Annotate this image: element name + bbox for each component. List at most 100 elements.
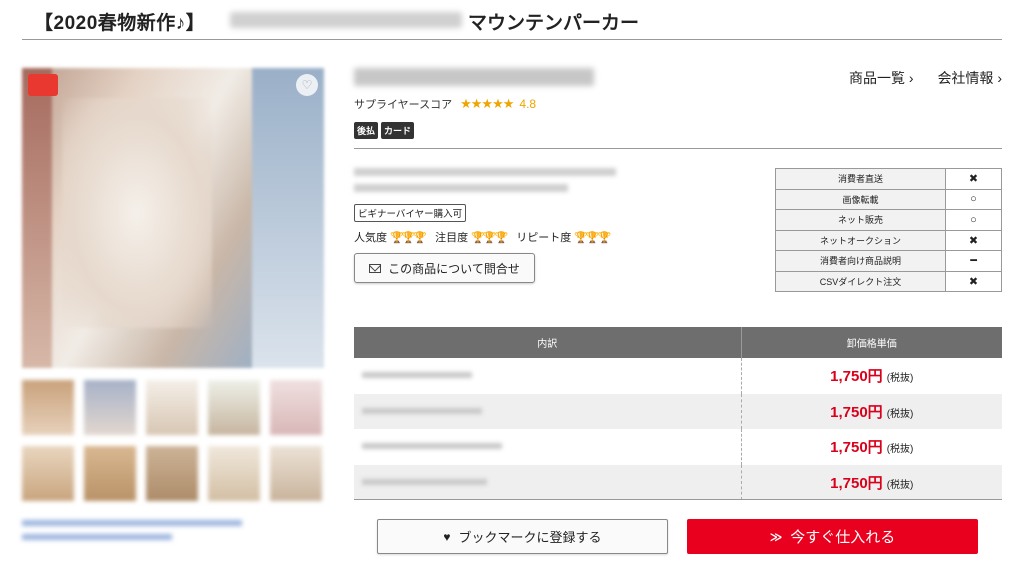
price-amount: 1,750円	[830, 474, 883, 492]
variant-cell	[354, 429, 742, 465]
supplier-name-redacted[interactable]	[354, 68, 594, 86]
payment-tags: 後払 カード	[354, 122, 1002, 139]
product-meta-redacted	[354, 168, 616, 176]
variant-name-redacted	[362, 443, 502, 450]
supplier-score-label: サプライヤースコア	[354, 99, 453, 111]
column-header-variant: 内訳	[354, 327, 742, 358]
thumbnail[interactable]	[22, 380, 74, 435]
new-badge	[28, 74, 58, 96]
rating-label: 注目度	[435, 232, 469, 244]
product-meta-redacted	[354, 184, 568, 192]
product-list-link[interactable]: 商品一覧 ›	[849, 70, 914, 86]
price-amount: 1,750円	[830, 368, 883, 386]
tax-label: (税抜)	[886, 408, 914, 420]
thumbnail[interactable]	[270, 380, 322, 435]
supplier-score-row: サプライヤースコア ★★★★★ 4.8	[354, 96, 1002, 112]
product-title-bar: 【2020春物新作♪】 マウンテンパーカー	[22, 0, 1002, 40]
thumbnail[interactable]	[270, 446, 322, 501]
table-header-row: 内訳 卸価格単価	[354, 327, 1002, 358]
main-product-image[interactable]	[22, 68, 324, 368]
inquiry-button[interactable]: この商品について問合せ	[354, 253, 535, 283]
price-cell: 1,750円 (税抜)	[741, 464, 1002, 500]
permission-label: ネット販売	[775, 209, 946, 231]
permission-label: 画像転載	[775, 188, 946, 210]
thumbnail[interactable]	[208, 446, 260, 501]
price-cell: 1,750円 (税抜)	[741, 429, 1002, 465]
favorite-icon[interactable]: ♡	[296, 74, 318, 96]
permission-value: ✖	[945, 168, 1002, 190]
product-title-prefix: 【2020春物新作♪】	[34, 13, 206, 34]
permission-label: CSVダイレクト注文	[775, 270, 946, 292]
image-gallery: ♡	[22, 68, 324, 546]
trophy-icon: 🏆🏆🏆	[471, 231, 508, 244]
thumbnail[interactable]	[146, 380, 198, 435]
permission-value: ○	[945, 209, 1002, 231]
column-header-price: 卸価格単価	[741, 327, 1002, 358]
thumbnail[interactable]	[84, 446, 136, 501]
variant-cell	[354, 464, 742, 500]
supplier-score-value: 4.8	[519, 97, 537, 111]
variant-name-redacted	[362, 478, 487, 485]
thumbnail[interactable]	[84, 380, 136, 435]
tax-label: (税抜)	[886, 444, 914, 456]
permission-value: ✖	[945, 229, 1002, 251]
thumbnail[interactable]	[22, 446, 74, 501]
company-info-link[interactable]: 会社情報 ›	[937, 70, 1002, 86]
permission-value: ━	[945, 250, 1002, 272]
table-row: ネットオークション ✖	[775, 229, 1002, 251]
supplier-links: 商品一覧 › 会社情報 ›	[829, 68, 1002, 88]
thumbnail[interactable]	[146, 446, 198, 501]
product-title-suffix: マウンテンパーカー	[468, 13, 640, 34]
tax-label: (税抜)	[886, 373, 914, 385]
permission-value: ✖	[945, 270, 1002, 292]
table-row: 1,750円 (税抜)	[354, 393, 1002, 429]
price-cell: 1,750円 (税抜)	[741, 393, 1002, 429]
table-row: 1,750円 (税抜)	[354, 429, 1002, 465]
permission-label: ネットオークション	[775, 229, 946, 251]
trophy-icon: 🏆🏆🏆	[574, 231, 611, 244]
permission-label: 消費者直送	[775, 168, 946, 190]
payment-tag: カード	[381, 122, 415, 139]
permission-label: 消費者向け商品説明	[775, 250, 946, 272]
heart-icon: ♥	[443, 529, 451, 544]
price-amount: 1,750円	[830, 439, 883, 457]
buy-now-button[interactable]: ≫ 今すぐ仕入れる	[687, 519, 978, 554]
product-title-redacted	[230, 12, 462, 28]
star-rating-icon: ★★★★★	[460, 96, 514, 111]
table-row: 画像転載 ○	[775, 188, 1002, 210]
variant-name-redacted	[362, 372, 472, 379]
rating-label: リピート度	[516, 232, 572, 244]
rating-label: 人気度	[354, 232, 387, 244]
section-divider	[354, 148, 1002, 149]
supplier-section: サプライヤースコア ★★★★★ 4.8 後払 カード 商品一覧 › 会社情報 ›	[354, 66, 1002, 139]
tax-label: (税抜)	[886, 479, 914, 491]
table-row: 消費者向け商品説明 ━	[775, 250, 1002, 272]
bookmark-button-label: ブックマークに登録する	[458, 530, 602, 545]
buy-now-button-label: 今すぐ仕入れる	[790, 529, 896, 546]
table-row: 1,750円 (税抜)	[354, 464, 1002, 500]
table-row: 1,750円 (税抜)	[354, 358, 1002, 394]
price-amount: 1,750円	[830, 403, 883, 421]
table-row: CSVダイレクト注文 ✖	[775, 270, 1002, 292]
variant-cell	[354, 393, 742, 429]
table-row: 消費者直送 ✖	[775, 168, 1002, 190]
mail-icon	[369, 263, 382, 273]
variant-name-redacted	[362, 407, 482, 414]
bookmark-button[interactable]: ♥ ブックマークに登録する	[377, 519, 668, 554]
trophy-icon: 🏆🏆🏆	[390, 231, 427, 244]
gallery-caption-redacted	[22, 516, 252, 546]
variant-cell	[354, 358, 742, 394]
table-row: ネット販売 ○	[775, 209, 1002, 231]
double-chevron-down-icon: ≫	[769, 529, 783, 544]
payment-tag: 後払	[354, 122, 379, 139]
thumbnail[interactable]	[208, 380, 260, 435]
permissions-table: 消費者直送 ✖ 画像転載 ○ ネット販売 ○ ネットオークション ✖ 消費者向け商品説明…	[775, 168, 1002, 292]
table-bottom-border	[354, 499, 1002, 500]
price-table: 内訳 卸価格単価 1,750円 (税抜) 1,750円 (税抜) 1,750円 (税抜…	[354, 327, 1002, 500]
permission-value: ○	[945, 188, 1002, 210]
popularity-ratings: 人気度 🏆🏆🏆 注目度 🏆🏆🏆 リピート度 🏆🏆🏆	[354, 229, 654, 245]
thumbnail-grid	[22, 380, 324, 510]
beginner-buyer-badge: ビギナーバイヤー購入可	[354, 204, 467, 222]
price-cell: 1,750円 (税抜)	[741, 358, 1002, 394]
product-info: ビギナーバイヤー購入可 人気度 🏆🏆🏆 注目度 🏆🏆🏆 リピート度 🏆🏆🏆 この…	[354, 168, 654, 283]
